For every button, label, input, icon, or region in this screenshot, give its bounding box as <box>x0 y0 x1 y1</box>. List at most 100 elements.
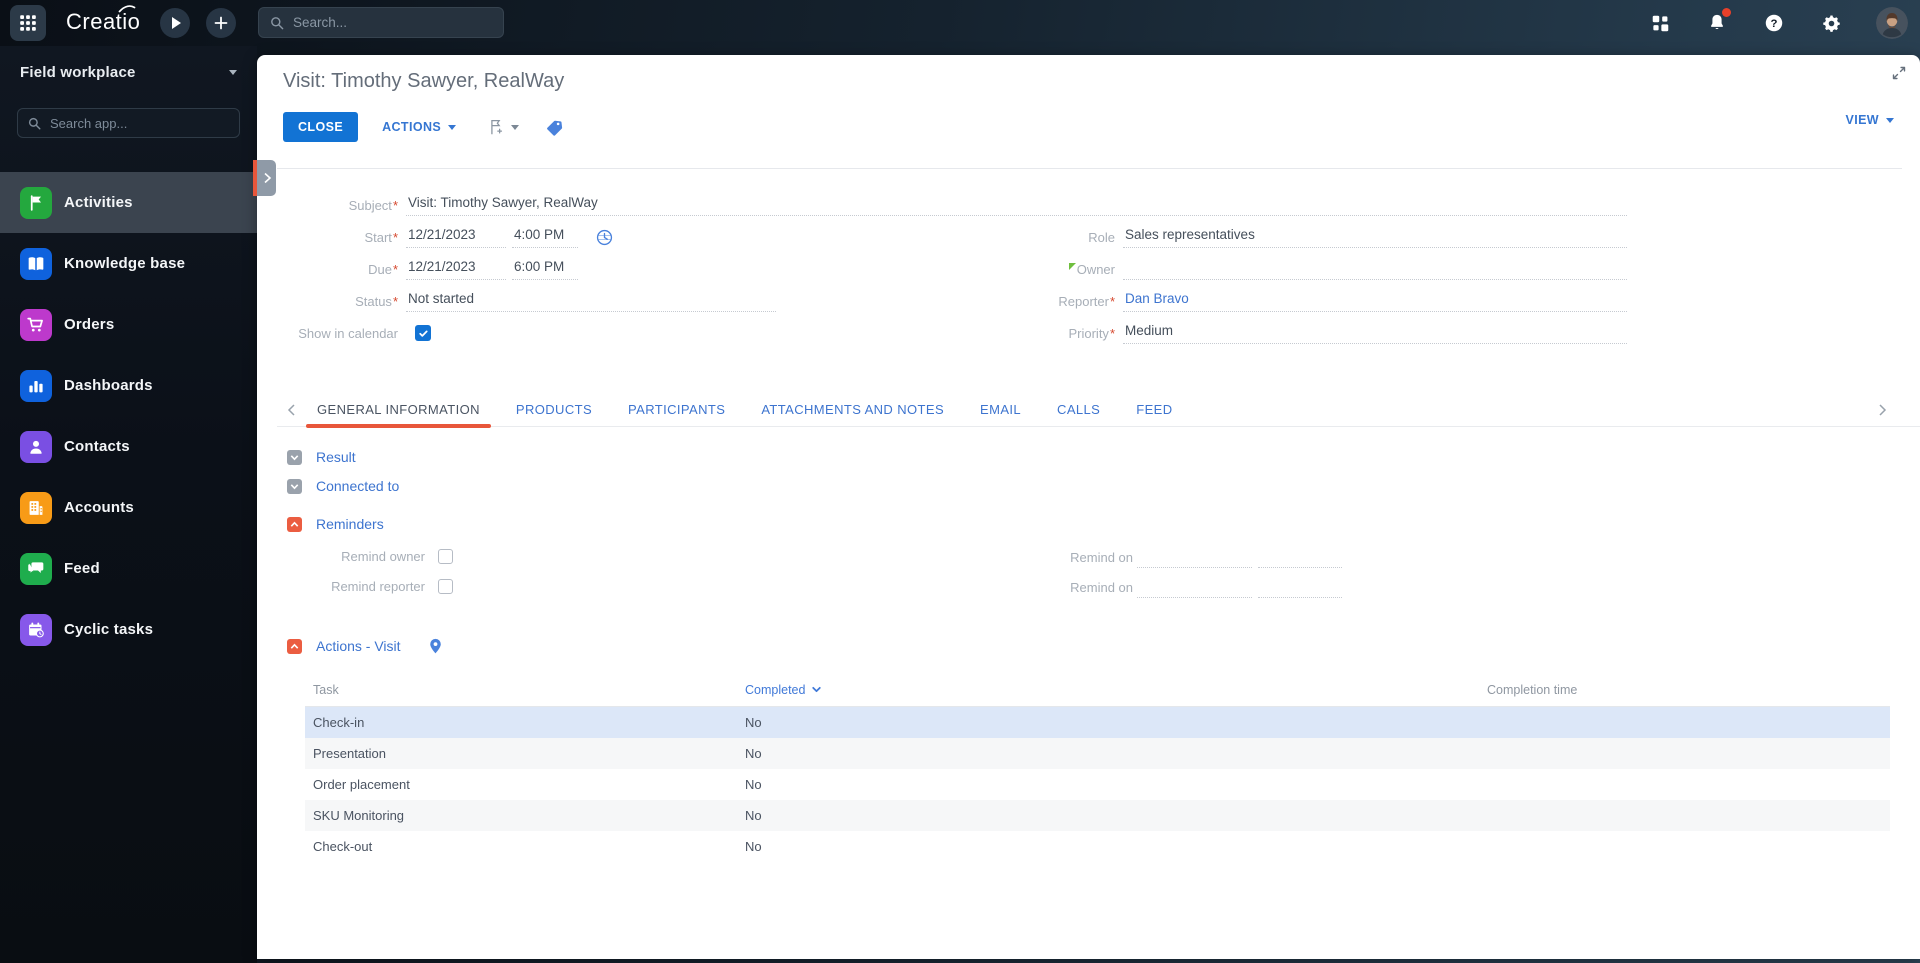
app-search-input[interactable] <box>50 115 230 131</box>
tab[interactable]: GENERAL INFORMATION <box>306 393 491 428</box>
close-button[interactable]: CLOSE <box>283 112 359 142</box>
quick-add-button[interactable] <box>206 8 236 38</box>
due-time-input[interactable]: 6:00 PM <box>512 259 578 280</box>
sidebar-item[interactable]: Feed <box>0 538 257 599</box>
sidebar-item-label: Activities <box>64 194 133 211</box>
remind-on-owner-date-input[interactable] <box>1137 548 1252 568</box>
table-row[interactable]: Presentation No <box>305 738 1890 769</box>
tab[interactable]: EMAIL <box>980 393 1021 427</box>
subject-input[interactable]: Visit: Timothy Sawyer, RealWay <box>406 195 1627 216</box>
tab-label: FEED <box>1136 402 1173 417</box>
table-row[interactable]: Order placement No <box>305 769 1890 800</box>
table-row[interactable]: Check-out No <box>305 831 1890 862</box>
required-mark: * <box>392 293 398 309</box>
due-date-input[interactable]: 12/21/2023 <box>406 259 506 280</box>
remind-on-reporter-row: Remind on <box>1007 578 1342 598</box>
play-icon <box>172 17 181 29</box>
reporter-label: Reporter* <box>1058 293 1115 309</box>
topbar-right-icons: ? <box>1648 0 1908 46</box>
app-launcher-button[interactable] <box>10 5 46 41</box>
section-result-label[interactable]: Result <box>316 449 356 465</box>
show-in-calendar-label: Show in calendar <box>298 325 398 341</box>
view-button[interactable]: VIEW <box>1845 113 1894 127</box>
sidebar-item[interactable]: Accounts <box>0 477 257 538</box>
show-in-calendar-checkbox[interactable] <box>415 325 431 341</box>
sidebar-item-label: Feed <box>64 560 100 577</box>
help-button[interactable]: ? <box>1762 11 1786 35</box>
column-completion-time[interactable]: Completion time <box>1479 683 1890 697</box>
remind-reporter-checkbox[interactable] <box>438 579 453 594</box>
table-row[interactable]: Check-in No <box>305 707 1890 738</box>
actions-button[interactable]: ACTIONS <box>382 120 457 134</box>
grid-icon <box>20 15 36 31</box>
expand-window-button[interactable] <box>1892 66 1906 83</box>
view-button-label: VIEW <box>1845 113 1879 127</box>
notifications-button[interactable] <box>1705 8 1731 35</box>
tabs-scroll-left-button[interactable] <box>283 402 299 418</box>
user-avatar[interactable] <box>1876 7 1908 39</box>
follow-flag-button[interactable] <box>486 117 520 137</box>
cell-completed: No <box>745 746 762 761</box>
priority-field[interactable]: Medium <box>1123 323 1627 344</box>
remind-on-reporter-time-input[interactable] <box>1258 578 1342 598</box>
status-label: Status* <box>355 293 398 309</box>
workplace-selector[interactable]: Field workplace <box>0 58 257 86</box>
sidebar-item[interactable]: Orders <box>0 294 257 355</box>
gear-icon <box>1822 14 1840 32</box>
marketplace-apps-button[interactable] <box>1648 11 1672 35</box>
expand-connected-to-button[interactable] <box>287 478 302 494</box>
section-actions-visit-label[interactable]: Actions - Visit <box>316 638 401 654</box>
remind-owner-checkbox[interactable] <box>438 549 453 564</box>
expand-result-button[interactable] <box>287 449 302 465</box>
start-time-input[interactable]: 4:00 PM <box>512 227 578 248</box>
global-search-input[interactable] <box>293 15 493 30</box>
run-process-button[interactable] <box>160 8 190 38</box>
remind-on-reporter-date-input[interactable] <box>1137 578 1252 598</box>
tabs-scroll-right-button[interactable] <box>1874 402 1890 418</box>
section-connected-to-label[interactable]: Connected to <box>316 478 399 494</box>
sidebar-item[interactable]: Knowledge base <box>0 233 257 294</box>
collapse-actions-visit-button[interactable] <box>287 638 302 654</box>
cell-task: SKU Monitoring <box>313 808 405 823</box>
global-search[interactable] <box>258 7 504 38</box>
collapse-reminders-button[interactable] <box>287 516 302 532</box>
tags-button[interactable] <box>545 118 564 137</box>
cell-completed: No <box>745 839 762 854</box>
expand-side-panel-button[interactable] <box>257 160 276 196</box>
owner-field[interactable] <box>1123 259 1627 280</box>
remind-on-owner-time-input[interactable] <box>1258 548 1342 568</box>
actions-table-body: Check-in No Presentation No Order placem… <box>305 707 1890 862</box>
sidebar-item-label: Orders <box>64 316 115 333</box>
column-task[interactable]: Task <box>305 683 737 697</box>
cell-task: Check-in <box>313 715 365 730</box>
column-completed[interactable]: Completed <box>737 683 1479 697</box>
table-row[interactable]: SKU Monitoring No <box>305 800 1890 831</box>
top-bar: Creatio ? <box>0 0 1920 46</box>
tab[interactable]: CALLS <box>1057 393 1100 427</box>
section-reminders: Reminders <box>287 516 384 532</box>
tab[interactable]: PARTICIPANTS <box>628 393 725 427</box>
cell-task: Check-out <box>313 839 373 854</box>
sidebar-menu: Activities Knowledge base Orders Dashboa… <box>0 172 257 660</box>
sidebar-item[interactable]: Contacts <box>0 416 257 477</box>
workplace-label: Field workplace <box>20 63 136 81</box>
tab-bar-items: GENERAL INFORMATION PRODUCTS PARTICIPANT… <box>306 393 1173 428</box>
sidebar-item[interactable]: Activities <box>0 172 257 233</box>
reporter-link[interactable]: Dan Bravo <box>1123 291 1627 312</box>
status-field[interactable]: Not started <box>406 291 776 312</box>
tab[interactable]: PRODUCTS <box>516 393 592 427</box>
due-label: Due* <box>368 261 398 277</box>
app-search[interactable] <box>17 108 240 138</box>
section-reminders-label[interactable]: Reminders <box>316 516 384 532</box>
timezone-clock-button[interactable] <box>595 228 614 247</box>
tab[interactable]: ATTACHMENTS AND NOTES <box>761 393 944 427</box>
map-pin-button[interactable] <box>427 637 444 655</box>
tab-label: CALLS <box>1057 402 1101 417</box>
tab[interactable]: FEED <box>1136 393 1172 427</box>
sidebar-item[interactable]: Dashboards <box>0 355 257 416</box>
start-date-input[interactable]: 12/21/2023 <box>406 227 506 248</box>
settings-button[interactable] <box>1819 11 1843 35</box>
role-field[interactable]: Sales representatives <box>1123 227 1627 248</box>
sidebar-item[interactable]: Cyclic tasks <box>0 599 257 660</box>
chevron-down-icon <box>290 483 299 489</box>
